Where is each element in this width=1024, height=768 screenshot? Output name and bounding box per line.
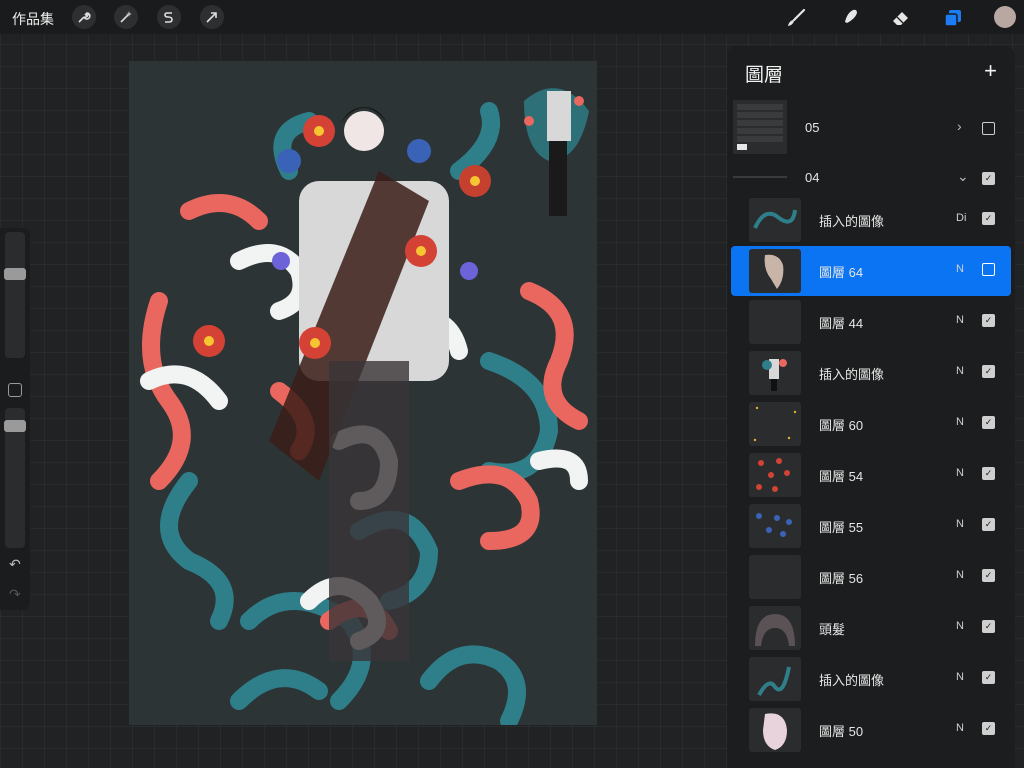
layer-thumbnail [749,453,801,497]
layer-name: 圖層 55 [819,520,864,535]
layer-group-04[interactable]: 04 ⌄ ✓ [731,164,1011,192]
redo-icon[interactable]: ↷ [9,586,21,603]
layer-row-selected[interactable]: 圖層 64 N [731,246,1011,296]
drawing-canvas[interactable] [129,61,597,725]
visibility-checkbox[interactable] [982,263,995,276]
panel-title: 圖層 [745,65,784,86]
layer-thumbnail [749,504,801,548]
visibility-checkbox[interactable]: ✓ [982,722,995,735]
layer-thumbnail [749,300,801,344]
brush-size-slider[interactable] [4,232,26,358]
blend-mode[interactable]: N [956,569,964,581]
layer-row[interactable]: 圖層 54 N ✓ [731,450,1011,500]
layer-name: 圖層 50 [819,724,864,739]
transform-arrow-icon[interactable] [200,5,224,29]
layer-row[interactable]: 插入的圖像 N ✓ [731,654,1011,704]
layer-name: 圖層 44 [819,316,864,331]
layer-thumbnail [749,708,801,752]
blend-mode[interactable]: N [956,263,964,275]
top-toolbar: 作品集 [0,0,1024,34]
layer-row[interactable]: 插入的圖像 N ✓ [731,348,1011,398]
selection-s-icon[interactable] [157,5,181,29]
opacity-knob[interactable] [4,420,26,432]
blend-mode[interactable]: N [956,518,964,530]
layer-row[interactable]: 圖層 50 N ✓ [731,705,1011,755]
add-layer-button[interactable]: + [984,58,997,84]
layer-name: 04 [805,170,820,185]
color-swatch[interactable] [994,6,1016,28]
visibility-checkbox[interactable]: ✓ [982,569,995,582]
opacity-slider[interactable] [4,408,26,548]
layer-name: 圖層 54 [819,469,864,484]
blend-mode[interactable]: N [956,467,964,479]
visibility-checkbox[interactable]: ✓ [982,314,995,327]
visibility-checkbox[interactable] [982,122,995,135]
layer-name: 頭髮 [819,622,846,637]
visibility-checkbox[interactable]: ✓ [982,172,995,185]
layer-thumbnail [749,606,801,650]
layer-name: 圖層 56 [819,571,864,586]
left-sidebar: ↶ ↷ [0,228,30,610]
chevron-right-icon[interactable]: › [957,118,962,134]
brush-size-knob[interactable] [4,268,26,280]
layers-panel: 圖層 + 05 › 04 ⌄ ✓ 插入的圖像 Di ✓ 圖層 64 N 圖層 4… [727,46,1015,768]
layer-name: 05 [805,120,820,135]
blend-mode[interactable]: N [956,620,964,632]
visibility-checkbox[interactable]: ✓ [982,416,995,429]
layer-row[interactable]: 插入的圖像 Di ✓ [731,195,1011,245]
visibility-checkbox[interactable]: ✓ [982,467,995,480]
layer-row[interactable]: 頭髮 N ✓ [731,603,1011,653]
layer-name: 圖層 64 [819,265,864,280]
layer-group-05[interactable]: 05 › [731,98,1011,160]
layer-row[interactable]: 圖層 56 N ✓ [731,552,1011,602]
blend-mode[interactable]: Di [956,212,966,224]
layer-thumbnail [749,402,801,446]
layer-name: 插入的圖像 [819,214,885,229]
layer-row[interactable]: 圖層 60 N ✓ [731,399,1011,449]
visibility-checkbox[interactable]: ✓ [982,671,995,684]
blend-mode[interactable]: N [956,722,964,734]
layer-thumbnail [749,249,801,293]
blend-mode[interactable]: N [956,416,964,428]
visibility-checkbox[interactable]: ✓ [982,518,995,531]
layer-name: 插入的圖像 [819,367,885,382]
blend-mode[interactable]: N [956,314,964,326]
undo-icon[interactable]: ↶ [9,556,21,573]
chevron-down-icon[interactable]: ⌄ [957,168,969,185]
wrench-icon[interactable] [72,5,96,29]
layer-thumbnail [749,657,801,701]
brush-icon[interactable] [783,5,809,31]
group-thumbnail [733,100,787,154]
layer-row[interactable]: 圖層 44 N ✓ [731,297,1011,347]
visibility-checkbox[interactable]: ✓ [982,365,995,378]
visibility-checkbox[interactable]: ✓ [982,620,995,633]
layer-thumbnail [749,351,801,395]
modify-button[interactable] [8,383,22,397]
layer-thumbnail [749,198,801,242]
layer-name: 插入的圖像 [819,673,885,688]
group-divider [733,176,787,178]
layer-row[interactable]: 圖層 55 N ✓ [731,501,1011,551]
layer-name: 圖層 60 [819,418,864,433]
layers-icon[interactable] [940,5,966,31]
blend-mode[interactable]: N [956,671,964,683]
blend-mode[interactable]: N [956,365,964,377]
magic-wand-icon[interactable] [114,5,138,29]
visibility-checkbox[interactable]: ✓ [982,212,995,225]
layer-thumbnail [749,555,801,599]
gallery-button[interactable]: 作品集 [12,9,54,29]
eraser-icon[interactable] [888,5,914,31]
smudge-icon[interactable] [836,5,862,31]
